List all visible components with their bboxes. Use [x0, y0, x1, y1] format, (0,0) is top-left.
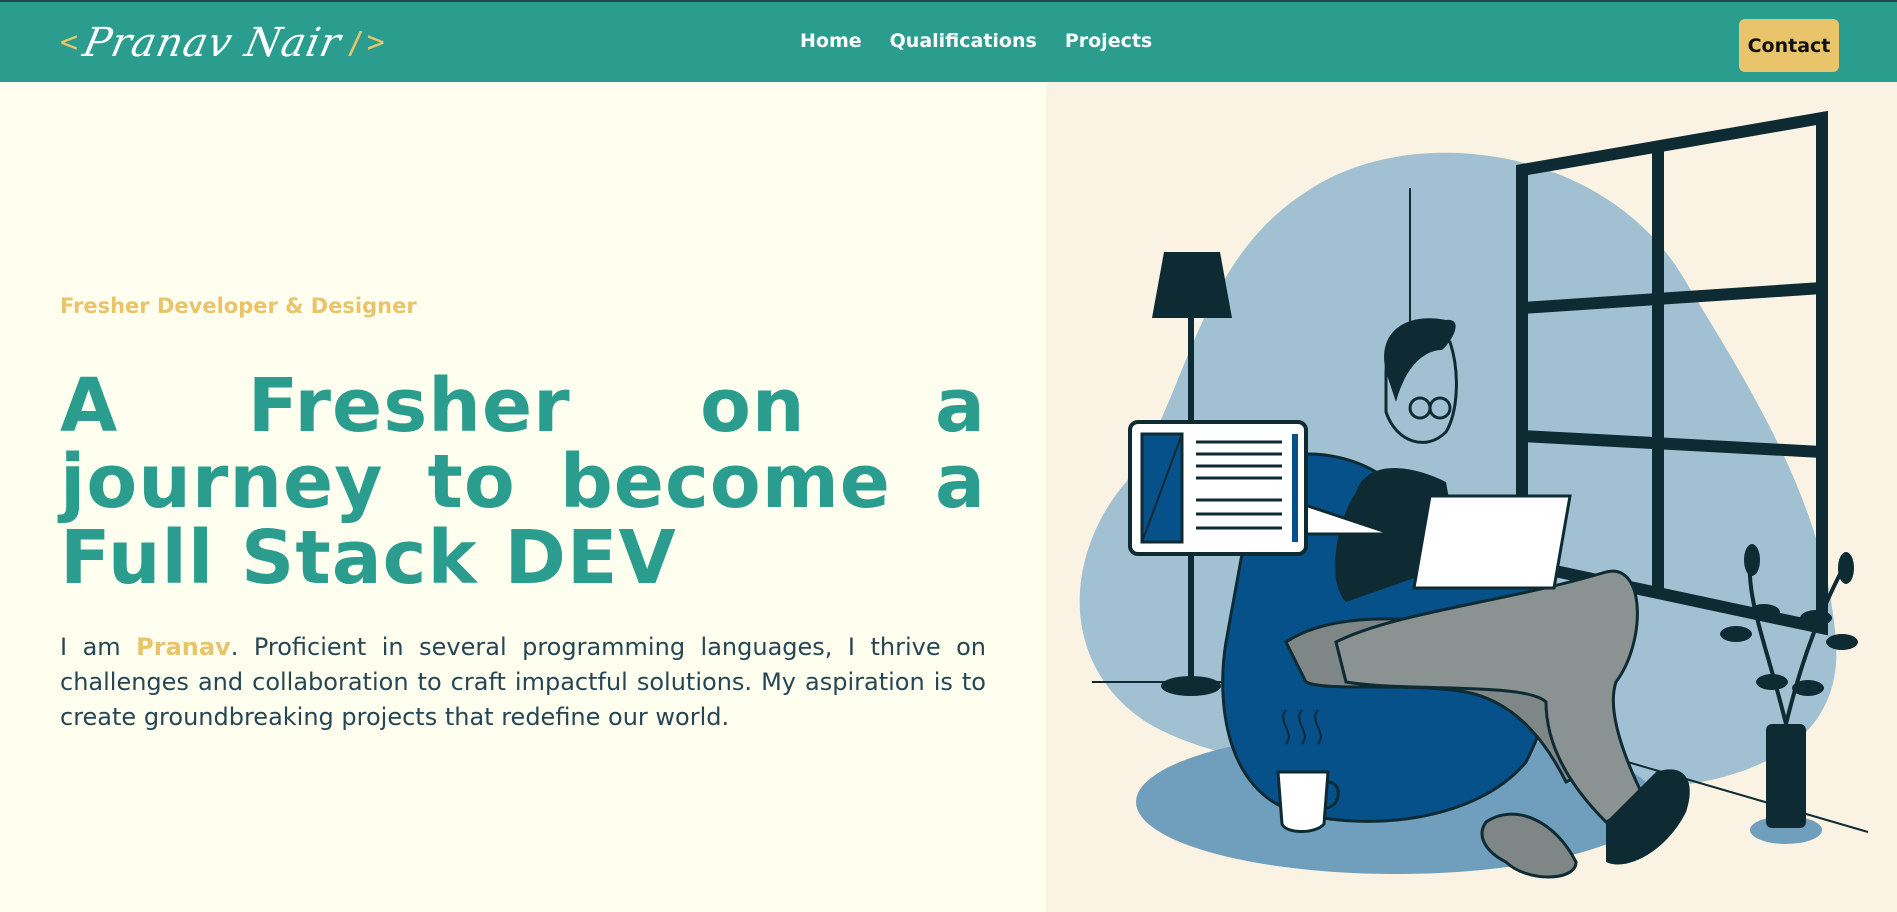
- hero-intro: I am Pranav. Proficient in several progr…: [60, 630, 986, 735]
- hero-illustration: [1046, 82, 1897, 912]
- main-nav: Home Qualifications Projects: [800, 30, 1152, 52]
- logo-slash: /: [346, 25, 365, 61]
- top-nav-bar: < Pranav Nair / > Home Qualifications Pr…: [0, 0, 1897, 82]
- nav-qualifications[interactable]: Qualifications: [890, 30, 1037, 52]
- hero-text-section: Fresher Developer & Designer A Fresher o…: [0, 82, 1046, 912]
- logo-close-bracket: >: [366, 25, 385, 60]
- nav-home[interactable]: Home: [800, 30, 862, 52]
- developer-illustration: [1079, 110, 1869, 879]
- nav-projects[interactable]: Projects: [1065, 30, 1152, 52]
- hero-subtitle: Fresher Developer & Designer: [60, 294, 417, 318]
- logo-open-bracket: <: [60, 25, 79, 60]
- contact-button[interactable]: Contact: [1739, 19, 1839, 72]
- intro-prefix: I am: [60, 633, 137, 661]
- logo-signature: Pranav Nair: [79, 20, 346, 66]
- hero-headline: A Fresher on a journey to become a Full …: [60, 363, 986, 601]
- intro-name: Pranav: [136, 633, 231, 661]
- site-logo[interactable]: < Pranav Nair / >: [60, 18, 400, 68]
